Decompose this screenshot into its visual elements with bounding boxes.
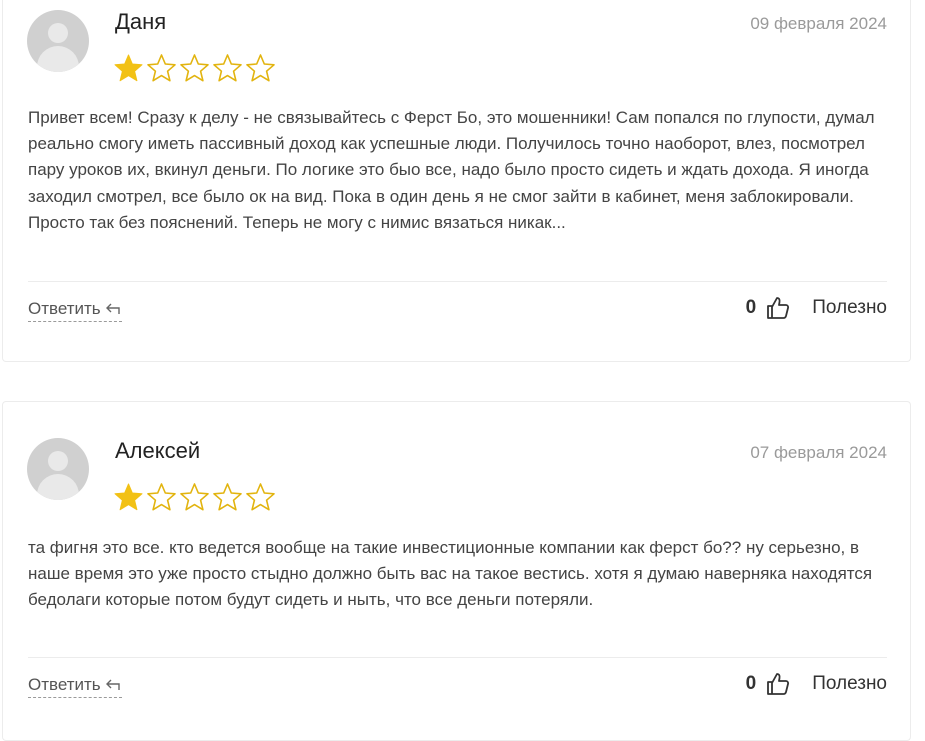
useful-count: 0 <box>745 673 757 694</box>
rating-stars <box>113 482 276 512</box>
star-empty-icon <box>213 54 242 82</box>
star-empty-icon <box>147 483 176 511</box>
thumbs-up-icon[interactable] <box>766 296 790 320</box>
useful-label: Полезно <box>812 297 887 318</box>
reply-label: Ответить <box>28 675 101 694</box>
star-empty-icon <box>180 54 209 82</box>
review-text: та фигня это все. кто ведется вообще на … <box>28 538 873 610</box>
useful-vote: 0 Полезно <box>746 296 887 320</box>
review-card: Даня 09 февраля 2024 Привет всем! Сразу … <box>2 0 911 362</box>
review-author: Алексей <box>115 438 201 463</box>
useful-label: Полезно <box>812 673 887 694</box>
reply-button[interactable]: Ответить <box>28 299 122 322</box>
avatar <box>27 10 89 72</box>
divider <box>28 281 887 282</box>
reply-label: Ответить <box>28 299 101 318</box>
reply-arrow-icon <box>105 679 120 690</box>
rating-stars <box>113 53 276 83</box>
star-filled-icon <box>114 483 143 511</box>
star-empty-icon <box>147 54 176 82</box>
star-empty-icon <box>246 54 275 82</box>
star-empty-icon <box>213 483 242 511</box>
review-card: Алексей 07 февраля 2024 та фигня это все… <box>2 401 911 741</box>
review-text: Привет всем! Сразу к делу - не связывайт… <box>28 108 875 232</box>
avatar <box>27 438 89 500</box>
useful-count: 0 <box>745 297 757 318</box>
reply-arrow-icon <box>105 303 120 314</box>
review-date: 07 февраля 2024 <box>750 443 887 462</box>
star-empty-icon <box>246 483 275 511</box>
divider <box>28 657 887 658</box>
thumbs-up-icon[interactable] <box>766 672 790 696</box>
star-empty-icon <box>180 483 209 511</box>
review-date: 09 февраля 2024 <box>750 14 887 33</box>
star-filled-icon <box>114 54 143 82</box>
useful-vote: 0 Полезно <box>746 672 887 696</box>
reply-button[interactable]: Ответить <box>28 675 122 698</box>
review-author: Даня <box>115 9 167 34</box>
